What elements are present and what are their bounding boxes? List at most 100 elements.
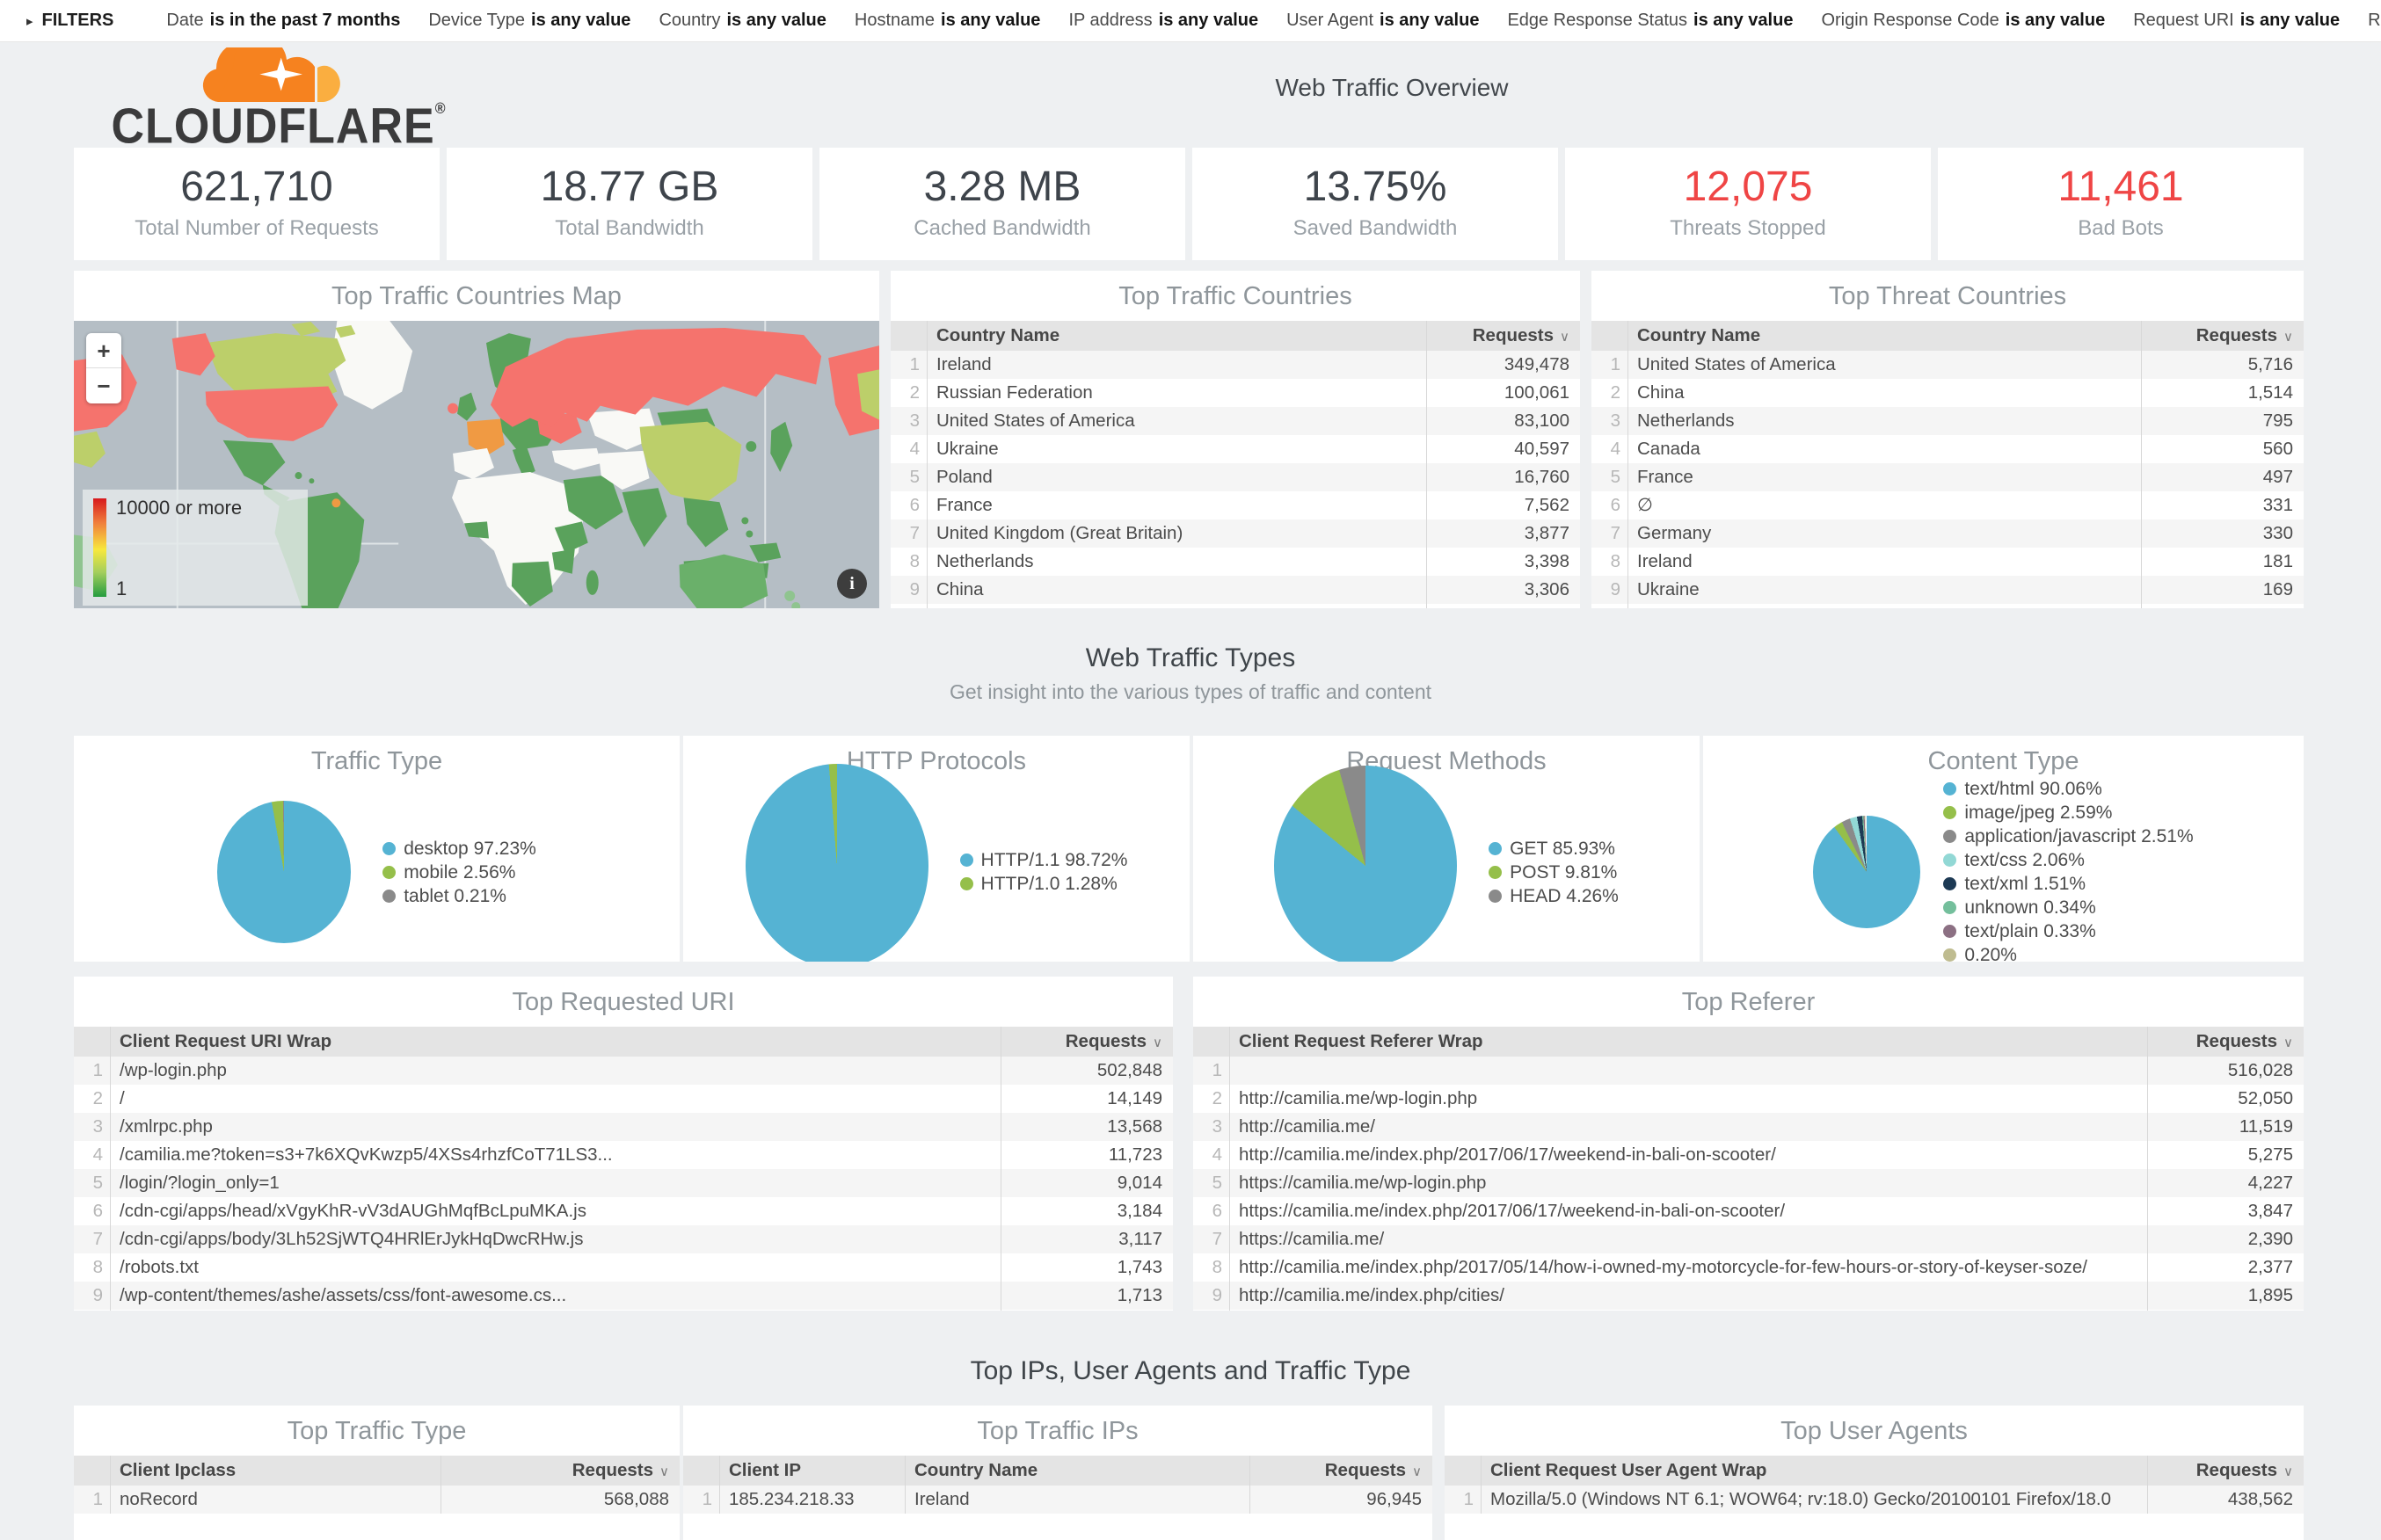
table-row[interactable]: 3 Netherlands 795 — [1591, 407, 2304, 435]
table-row[interactable]: 5 Poland 16,760 — [891, 463, 1580, 491]
row-rank: 7 — [1193, 1225, 1230, 1253]
http-protocols-pie-chart[interactable] — [746, 764, 928, 962]
table-row[interactable]: 5 France 497 — [1591, 463, 2304, 491]
filter-item[interactable]: User Agentis any value — [1286, 11, 1479, 31]
table-row[interactable]: 6 https://camilia.me/index.php/2017/06/1… — [1193, 1197, 2304, 1225]
table-row[interactable]: 6 ∅ 331 — [1591, 491, 2304, 519]
top-referer-card: Top Referer Client Request Referer Wrap … — [1193, 977, 2304, 1311]
column-header-sortable[interactable]: Requests∨ — [2147, 1027, 2304, 1057]
legend-item: HEAD 4.26% — [1489, 884, 1619, 908]
row-rank: 10 — [74, 1310, 111, 1311]
table-row[interactable]: 7 /cdn-cgi/apps/body/3Lh52SjWTQ4HRlErJyk… — [74, 1225, 1173, 1253]
zoom-in-button[interactable]: + — [86, 333, 121, 368]
world-map[interactable]: + − 10000 or more 1 i — [74, 321, 879, 608]
column-header-sortable[interactable]: Requests∨ — [1001, 1027, 1173, 1057]
kpi-label: Total Number of Requests — [74, 216, 440, 241]
sort-desc-icon: ∨ — [1412, 1464, 1422, 1479]
card-title: Top Requested URI — [74, 977, 1173, 1027]
table-row[interactable]: 2 Russian Federation 100,061 — [891, 379, 1580, 407]
table-row[interactable]: 9 http://camilia.me/index.php/cities/ 1,… — [1193, 1282, 2304, 1310]
row-rank: 9 — [1193, 1282, 1230, 1310]
filter-item[interactable]: Hostnameis any value — [855, 11, 1041, 31]
registered-mark: ® — [435, 101, 447, 117]
table-row[interactable]: 2 / 14,149 — [74, 1085, 1173, 1113]
table-row[interactable]: 7 https://camilia.me/ 2,390 — [1193, 1225, 2304, 1253]
table-row[interactable]: 1 Mozilla/5.0 (Windows NT 6.1; WOW64; rv… — [1445, 1486, 2304, 1514]
filters-toggle[interactable]: ▸ FILTERS — [26, 11, 113, 31]
table-row[interactable]: 10 http://camilia.me/index.php/about/ 1,… — [1193, 1310, 2304, 1311]
zoom-out-button[interactable]: − — [86, 368, 121, 403]
requests-value: 331 — [2141, 491, 2304, 519]
table-row[interactable]: 3 /xmlrpc.php 13,568 — [74, 1113, 1173, 1141]
table-row[interactable]: 1 /wp-login.php 502,848 — [74, 1057, 1173, 1085]
table-row[interactable]: 5 https://camilia.me/wp-login.php 4,227 — [1193, 1169, 2304, 1197]
table-row[interactable]: 3 http://camilia.me/ 11,519 — [1193, 1113, 2304, 1141]
filter-item[interactable]: Device Typeis any value — [428, 11, 630, 31]
country-name: China — [928, 576, 1426, 604]
legend-item: 0.20% — [1943, 943, 2193, 962]
table-row[interactable]: 6 France 7,562 — [891, 491, 1580, 519]
country-name: Canada — [928, 604, 1426, 608]
table-row[interactable]: 1 noRecord 568,088 — [74, 1486, 680, 1514]
card-title: Request Methods — [1193, 736, 1700, 786]
table-row[interactable]: 10 Singapore 152 — [1591, 604, 2304, 608]
table-row[interactable]: 10 /wp-content/themes/ashe/style.css?ver… — [74, 1310, 1173, 1311]
column-header-sortable[interactable]: Requests∨ — [2141, 321, 2304, 351]
table-row[interactable]: 7 United Kingdom (Great Britain) 3,877 — [891, 519, 1580, 548]
table-row[interactable]: 4 Ukraine 40,597 — [891, 435, 1580, 463]
table-row[interactable]: 1 185.234.218.33 Ireland 96,945 — [683, 1486, 1432, 1514]
legend-swatch-icon — [1943, 877, 1956, 890]
legend-swatch-icon — [1943, 806, 1956, 819]
filter-item[interactable]: Request URIis any value — [2133, 11, 2340, 31]
card-title: Traffic Type — [74, 736, 680, 786]
table-row[interactable]: 4 http://camilia.me/index.php/2017/06/17… — [1193, 1141, 2304, 1169]
row-rank: 10 — [1193, 1310, 1230, 1311]
table-row[interactable]: 9 China 3,306 — [891, 576, 1580, 604]
table-row[interactable]: 4 Canada 560 — [1591, 435, 2304, 463]
table-row[interactable]: 8 Ireland 181 — [1591, 548, 2304, 576]
table-row[interactable]: 1 516,028 — [1193, 1057, 2304, 1085]
sort-desc-icon: ∨ — [2283, 1464, 2293, 1479]
requests-value: 16,760 — [1426, 463, 1580, 491]
row-rank: 6 — [1193, 1197, 1230, 1225]
requests-value: 14,149 — [1001, 1085, 1173, 1113]
legend-swatch-icon — [1489, 866, 1502, 879]
table-row[interactable]: 9 /wp-content/themes/ashe/assets/css/fon… — [74, 1282, 1173, 1310]
filter-item[interactable]: Dateis in the past 7 months — [166, 11, 400, 31]
table-row[interactable]: 10 Canada 3,215 — [891, 604, 1580, 608]
filter-item[interactable]: IP addressis any value — [1068, 11, 1258, 31]
table-row[interactable]: 2 China 1,514 — [1591, 379, 2304, 407]
request-methods-pie-chart[interactable] — [1274, 766, 1457, 962]
table-row[interactable]: 3 United States of America 83,100 — [891, 407, 1580, 435]
table-row[interactable]: 1 Ireland 349,478 — [891, 351, 1580, 379]
map-info-button[interactable]: i — [837, 569, 867, 599]
table-row[interactable]: 4 /camilia.me?token=s3+7k6XQvKwzp5/4XSs4… — [74, 1141, 1173, 1169]
filter-item[interactable]: Countryis any value — [659, 11, 826, 31]
traffic-type-pie-chart[interactable] — [217, 801, 351, 943]
uri-value: /wp-content/themes/ashe/style.css?ver=4.… — [111, 1310, 1001, 1311]
column-header-sortable[interactable]: Requests∨ — [2147, 1456, 2304, 1486]
table-row[interactable]: 1 United States of America 5,716 — [1591, 351, 2304, 379]
table-row[interactable]: 6 /cdn-cgi/apps/head/xVgyKhR-vV3dAUGhMqf… — [74, 1197, 1173, 1225]
filter-item[interactable]: RayIDis any value — [2368, 11, 2381, 31]
table-row[interactable]: 9 Ukraine 169 — [1591, 576, 2304, 604]
table-row[interactable]: 5 /login/?login_only=1 9,014 — [74, 1169, 1173, 1197]
column-header-sortable[interactable]: Requests∨ — [1249, 1456, 1432, 1486]
uri-value: /wp-content/themes/ashe/assets/css/font-… — [111, 1282, 1001, 1310]
table-row[interactable]: 8 /robots.txt 1,743 — [74, 1253, 1173, 1282]
pie-legend: text/html 90.06%image/jpeg 2.59%applicat… — [1943, 777, 2193, 962]
country-name: Ireland — [1628, 548, 2141, 576]
row-rank: 8 — [891, 548, 928, 576]
requests-value: 96,945 — [1249, 1486, 1432, 1514]
row-rank: 9 — [891, 576, 928, 604]
table-row[interactable]: 7 Germany 330 — [1591, 519, 2304, 548]
table-row[interactable]: 8 Netherlands 3,398 — [891, 548, 1580, 576]
column-header-sortable[interactable]: Requests∨ — [441, 1456, 680, 1486]
table-row[interactable]: 2 http://camilia.me/wp-login.php 52,050 — [1193, 1085, 2304, 1113]
filter-item[interactable]: Origin Response Codeis any value — [1821, 11, 2105, 31]
table-row[interactable]: 8 http://camilia.me/index.php/2017/05/14… — [1193, 1253, 2304, 1282]
filter-item[interactable]: Edge Response Statusis any value — [1507, 11, 1793, 31]
column-header-sortable[interactable]: Requests∨ — [1426, 321, 1580, 351]
content-type-pie-chart[interactable] — [1813, 816, 1920, 928]
sort-desc-icon: ∨ — [2283, 1035, 2293, 1050]
